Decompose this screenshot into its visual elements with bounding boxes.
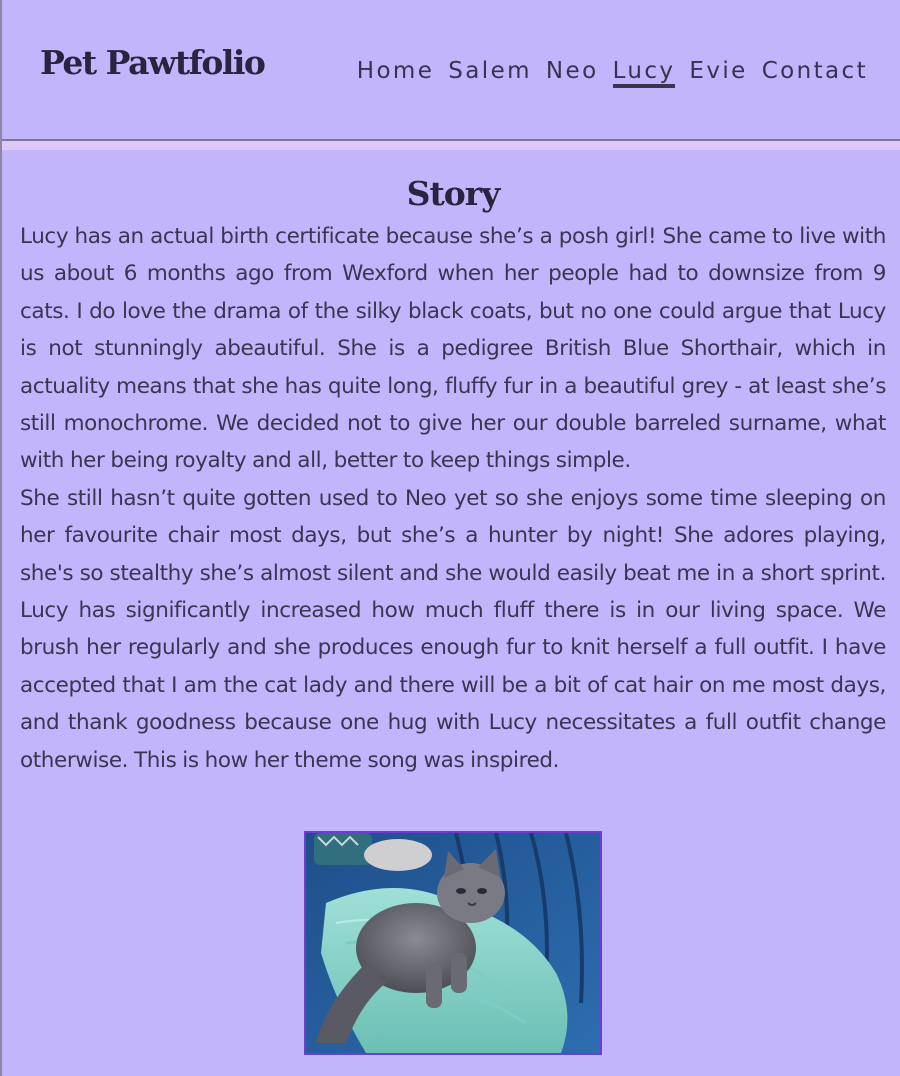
header-divider [2, 141, 900, 150]
nav-salem[interactable]: Salem [448, 58, 532, 88]
story-text: Lucy has an actual birth certificate bec… [20, 218, 886, 779]
story-paragraph: Lucy has an actual birth certificate bec… [20, 224, 886, 474]
story-paragraph: She still hasn’t quite gotten used to Ne… [20, 485, 886, 773]
cat-photo [304, 831, 602, 1055]
nav-neo[interactable]: Neo [546, 58, 599, 88]
cat-photo-illustration [306, 833, 600, 1053]
site-logo[interactable]: Pet Pawtfolio [40, 46, 266, 79]
story-section: Story Lucy has an actual birth certifica… [20, 168, 886, 779]
section-heading: Story [406, 174, 501, 213]
nav-contact[interactable]: Contact [762, 58, 868, 88]
nav-lucy[interactable]: Lucy [612, 58, 676, 88]
nav-evie[interactable]: Evie [689, 58, 747, 88]
main-nav: Home Salem Neo Lucy Evie Contact [357, 58, 868, 88]
site-header: Pet Pawtfolio Home Salem Neo Lucy Evie C… [2, 0, 900, 141]
nav-home[interactable]: Home [357, 58, 435, 88]
